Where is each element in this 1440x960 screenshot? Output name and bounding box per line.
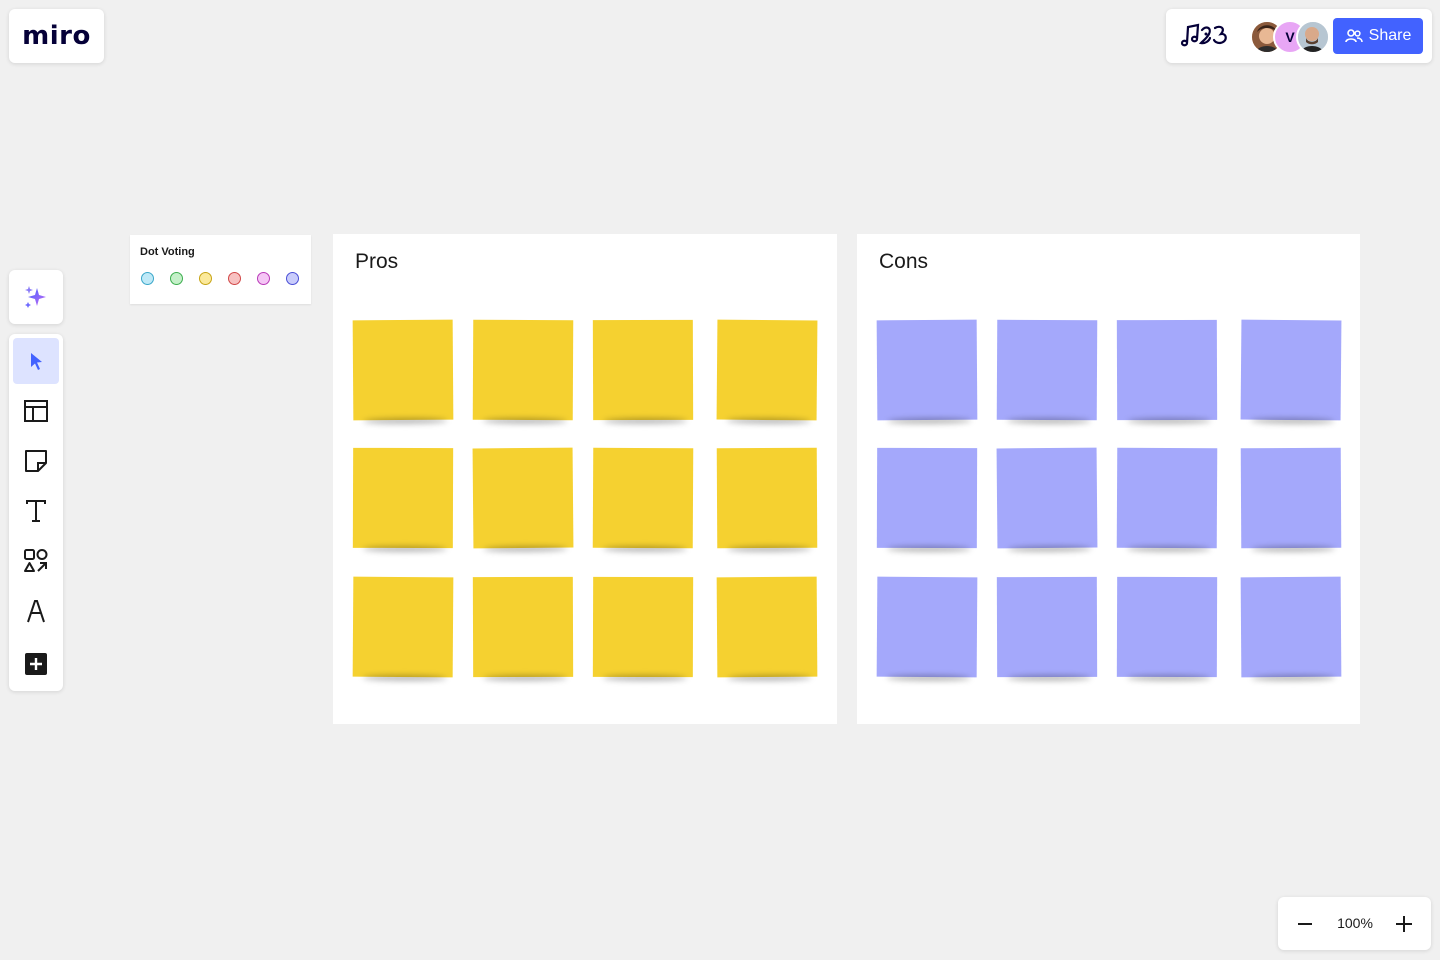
text-tool[interactable]: [13, 488, 59, 534]
vote-dot[interactable]: [141, 272, 154, 285]
vote-dot[interactable]: [170, 272, 183, 285]
sticky-note-pros[interactable]: [352, 319, 454, 421]
sparkle-icon: [25, 286, 46, 308]
sticky-note-pros[interactable]: [472, 576, 574, 678]
plus-square-icon: [25, 653, 47, 675]
zoom-out-button[interactable]: [1287, 906, 1323, 942]
users-icon: [1344, 29, 1363, 43]
ai-assist-button[interactable]: [9, 270, 63, 324]
vote-dot[interactable]: [199, 272, 212, 285]
sticky-note-cons[interactable]: [996, 447, 1098, 549]
avatar-initial: V: [1285, 29, 1295, 45]
layout-icon: [24, 400, 48, 422]
sticky-note-pros[interactable]: [592, 447, 694, 549]
sticky-note-cons[interactable]: [1116, 576, 1218, 678]
sticky-note-pros[interactable]: [472, 319, 574, 421]
sticky-note-pros[interactable]: [352, 447, 454, 549]
sticky-note-cons[interactable]: [876, 447, 978, 549]
sticky-note-cons[interactable]: [1240, 447, 1342, 549]
sticky-note-cons[interactable]: [996, 576, 1098, 678]
sticky-note-cons[interactable]: [876, 319, 978, 421]
pen-icon: [27, 600, 45, 623]
frame-pros[interactable]: Pros: [333, 234, 837, 724]
frame-title-cons: Cons: [879, 250, 929, 273]
board-canvas[interactable]: miro V Share Dot Voting Pros Cons 100%: [0, 0, 1440, 960]
select-tool[interactable]: [13, 338, 59, 384]
sticky-note-cons[interactable]: [1240, 576, 1342, 678]
collaborator-avatars: V: [1250, 20, 1340, 54]
more-tools[interactable]: [13, 641, 59, 687]
frame-title-pros: Pros: [355, 250, 399, 273]
share-label: Share: [1368, 27, 1412, 44]
sticky-note-cons[interactable]: [996, 319, 1098, 421]
sticky-note-pros[interactable]: [352, 576, 454, 678]
main-toolbar: [9, 334, 63, 691]
dot-voting-widget[interactable]: Dot Voting: [130, 235, 311, 304]
collaboration-panel: V Share: [1166, 9, 1432, 63]
sticky-note-tool[interactable]: [13, 438, 59, 484]
sticky-note-cons[interactable]: [1116, 319, 1218, 421]
sticky-note-pros[interactable]: [592, 319, 694, 421]
avatar-photo-icon: [1298, 22, 1328, 52]
sticky-note-cons[interactable]: [1116, 447, 1218, 549]
share-button[interactable]: Share: [1333, 18, 1423, 54]
sticky-note-icon: [25, 450, 47, 472]
dot-voting-title: Dot Voting: [140, 246, 195, 258]
cursor-icon: [31, 353, 42, 370]
board-signature-icon[interactable]: [1178, 21, 1232, 51]
avatar-user-3[interactable]: [1296, 20, 1330, 54]
plus-icon: [1396, 916, 1412, 932]
minus-icon: [1298, 923, 1312, 925]
zoom-level[interactable]: 100%: [1330, 897, 1380, 950]
pen-tool[interactable]: [13, 588, 59, 634]
shapes-tool[interactable]: [13, 538, 59, 584]
sticky-note-pros[interactable]: [716, 447, 818, 549]
templates-tool[interactable]: [13, 388, 59, 434]
zoom-control: 100%: [1278, 897, 1431, 950]
shapes-icon: [24, 549, 48, 572]
miro-logo[interactable]: miro: [9, 9, 104, 63]
logo-text: miro: [22, 21, 91, 51]
sticky-note-cons[interactable]: [1240, 319, 1342, 421]
sticky-note-pros[interactable]: [716, 319, 818, 421]
frame-cons[interactable]: Cons: [857, 234, 1360, 724]
sticky-note-pros[interactable]: [716, 576, 818, 678]
text-icon: [26, 500, 46, 522]
sticky-note-pros[interactable]: [592, 576, 694, 678]
sticky-note-pros[interactable]: [472, 447, 574, 549]
zoom-in-button[interactable]: [1386, 906, 1422, 942]
vote-dot[interactable]: [286, 272, 299, 285]
sticky-note-cons[interactable]: [876, 576, 978, 678]
vote-dot[interactable]: [257, 272, 270, 285]
vote-dot[interactable]: [228, 272, 241, 285]
